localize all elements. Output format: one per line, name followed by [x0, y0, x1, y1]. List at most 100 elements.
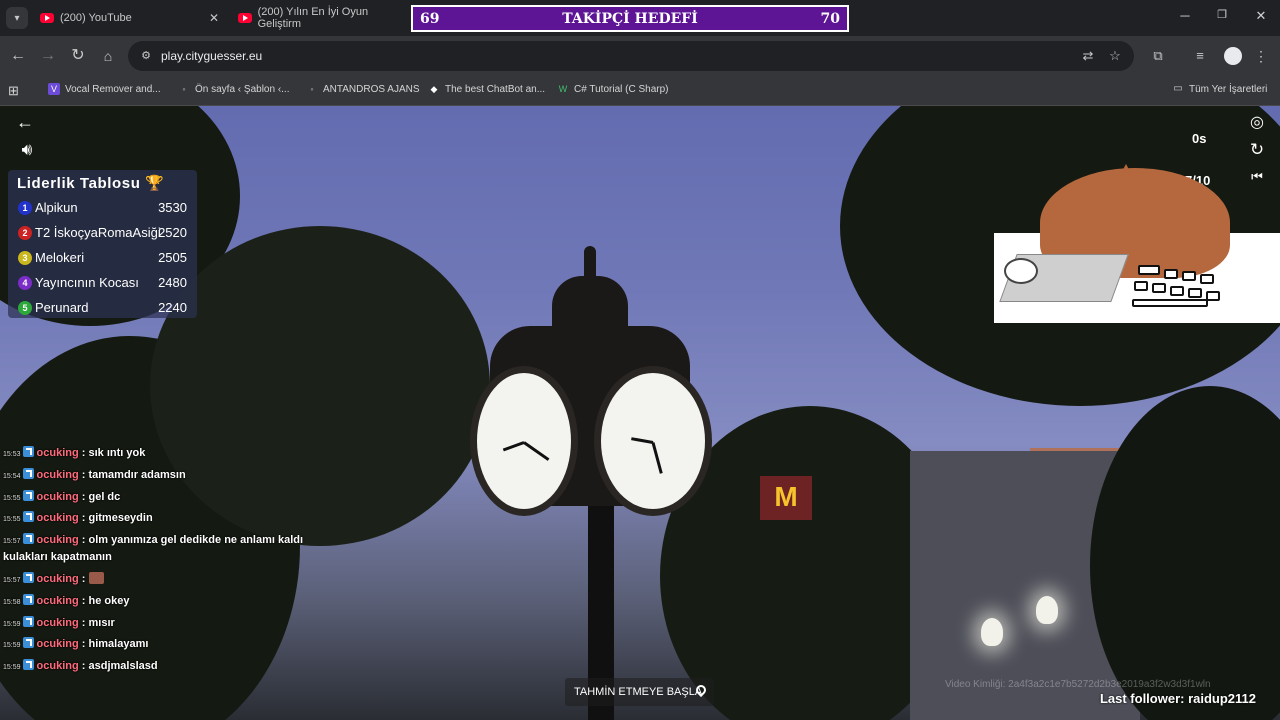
chat-time: 15:55	[3, 516, 21, 523]
back-arrow-icon[interactable]: ←	[14, 112, 36, 133]
youtube-icon	[238, 13, 252, 23]
goal-target: 70	[820, 11, 840, 27]
home-icon[interactable]: ⌂	[97, 45, 119, 67]
close-icon[interactable]: ✕	[206, 10, 222, 26]
bookmark-item[interactable]: ◦ ANTANDROS AJANS	[306, 83, 419, 95]
player-score: 2505	[158, 250, 187, 265]
reload-icon[interactable]: ↻	[67, 45, 89, 67]
reset-view-icon[interactable]: ↻	[1247, 140, 1267, 160]
skip-back-icon[interactable]: ⏮	[1246, 169, 1268, 185]
chat-message-continued: kulakları kapatmanın	[3, 551, 112, 563]
chat-user: ocuking	[36, 573, 79, 585]
url-text: play.cityguesser.eu	[161, 49, 263, 63]
restore-icon[interactable]: ❐	[1212, 8, 1232, 21]
verified-badge-icon	[22, 533, 34, 544]
video-id: Video Kimliği: 2a4f3a2c1e7b5272d2b3e2019…	[945, 679, 1211, 690]
forward-icon[interactable]: →	[37, 45, 59, 67]
clock-hand	[502, 441, 525, 452]
bookmark-label: The best ChatBot an...	[445, 83, 546, 95]
chat-user: ocuking	[36, 512, 79, 524]
bookmark-star-icon[interactable]: ☆	[1107, 48, 1123, 64]
chat-time: 15:57	[3, 577, 21, 584]
all-bookmarks-folder[interactable]: ▭ Tüm Yer İşaretleri	[1172, 83, 1267, 95]
rank-badge: 4	[18, 276, 32, 290]
player-name: T2 İskoçyaRomaAsiği	[35, 225, 161, 240]
minimize-icon[interactable]: ─	[1175, 8, 1195, 23]
chat-user: ocuking	[36, 534, 79, 546]
chat-text: : olm yanımıza gel dedikde ne anlamı kal…	[81, 534, 304, 546]
chat-time: 15:54	[3, 473, 21, 480]
menu-icon[interactable]: ⋮	[1250, 45, 1272, 67]
goal-title: TAKİPÇİ HEDEFİ	[562, 11, 698, 27]
compass-icon[interactable]: ◎	[1247, 112, 1267, 132]
verified-badge-icon	[22, 468, 34, 479]
verified-badge-icon	[22, 594, 34, 605]
chat-text: : himalayamı	[81, 638, 149, 650]
bookmark-label: Vocal Remover and...	[65, 83, 161, 95]
window-close-icon[interactable]: ✕	[1251, 8, 1271, 24]
verified-badge-icon	[22, 616, 34, 627]
chat-message: 15:57 ocuking :	[3, 572, 104, 585]
verified-badge-icon	[22, 490, 34, 501]
rank-badge: 3	[18, 251, 32, 265]
button-label: TAHMİN ETMEYE BAŞLA	[574, 686, 703, 698]
vocal-remover-icon: V	[48, 83, 60, 95]
bookmark-item[interactable]: ◆ The best ChatBot an...	[428, 83, 546, 95]
bookmark-label: Tüm Yer İşaretleri	[1189, 83, 1268, 95]
chat-message: 15:53 ocuking : sık ıntı yok	[3, 446, 145, 459]
leaderboard: Liderlik Tablosu 🏆 1 Alpikun 3530 2 T2 İ…	[8, 170, 197, 318]
chat-message: 15:59 ocuking : himalayamı	[3, 637, 148, 650]
verified-badge-icon	[22, 446, 34, 457]
bookmark-item[interactable]: V Vocal Remover and...	[48, 83, 161, 95]
leaderboard-row: 2 T2 İskoçyaRomaAsiği 2520	[16, 223, 187, 243]
start-guessing-button[interactable]: TAHMİN ETMEYE BAŞLA	[565, 678, 714, 706]
extensions-icon[interactable]: ⧉	[1147, 45, 1169, 67]
verified-badge-icon	[22, 572, 34, 583]
chat-message: 15:58 ocuking : he okey	[3, 594, 129, 607]
youtube-icon	[40, 13, 54, 23]
generic-page-icon: ◦	[182, 84, 186, 94]
address-bar[interactable]: ⚙ play.cityguesser.eu ⇄ ☆	[128, 41, 1134, 71]
profile-avatar[interactable]	[1224, 47, 1242, 65]
follower-goal-overlay: 69 TAKİPÇİ HEDEFİ 70	[411, 5, 849, 32]
player-score: 2520	[158, 225, 187, 240]
bookmarks-bar: ⊞ V Vocal Remover and... ◦ Ön sayfa ‹ Şa…	[0, 76, 1280, 106]
chat-user: ocuking	[36, 595, 79, 607]
apps-grid-icon[interactable]: ⊞	[8, 83, 19, 99]
chat-time: 15:58	[3, 599, 21, 606]
player-name: Perunard	[35, 300, 89, 315]
streetview-viewport[interactable]: M ← 🔊︎ Liderlik Tablosu 🏆 1 Alpikun 3530…	[0, 106, 1280, 720]
chat-text: : asdjmalslasd	[81, 660, 158, 672]
cat-ear	[1190, 194, 1222, 224]
tab-youtube-video[interactable]: (200) Yılın En İyi Oyun Geliştirm	[238, 4, 410, 32]
translate-icon[interactable]: ⇄	[1080, 48, 1096, 64]
tab-youtube[interactable]: (200) YouTube ✕	[40, 4, 222, 32]
street-lamp	[1036, 596, 1058, 624]
site-info-icon[interactable]: ⚙	[138, 48, 154, 64]
bookmark-item[interactable]: W C# Tutorial (C Sharp)	[557, 83, 669, 95]
chat-user: ocuking	[36, 660, 79, 672]
chat-text: : mısır	[81, 617, 115, 629]
leaderboard-row: 1 Alpikun 3530	[16, 198, 187, 218]
leaderboard-row: 5 Perunard 2240	[16, 298, 187, 318]
tab-label: (200) YouTube	[60, 12, 132, 24]
tab-search-button[interactable]: ▾	[6, 7, 28, 29]
chat-time: 15:53	[3, 451, 21, 458]
bookmark-label: Ön sayfa ‹ Şablon ‹...	[195, 83, 290, 95]
chat-time: 15:55	[3, 495, 21, 502]
chat-message: 15:59 ocuking : asdjmalslasd	[3, 659, 158, 672]
chat-text: : sık ıntı yok	[81, 447, 146, 459]
w3schools-icon: W	[558, 84, 568, 94]
bookmark-label: C# Tutorial (C Sharp)	[574, 83, 669, 95]
volume-icon[interactable]: 🔊︎	[14, 140, 40, 160]
verified-badge-icon	[22, 511, 34, 522]
bookmark-item[interactable]: ◦ Ön sayfa ‹ Şablon ‹...	[178, 83, 290, 95]
reading-list-icon[interactable]: ≡	[1189, 45, 1211, 67]
back-icon[interactable]: ←	[7, 45, 29, 67]
rank-badge: 1	[18, 201, 32, 215]
chat-user: ocuking	[36, 447, 79, 459]
tab-strip: ▾ (200) YouTube ✕ (200) Yılın En İyi Oyu…	[0, 0, 1280, 36]
chat-message: 15:57 ocuking : olm yanımıza gel dedikde …	[3, 533, 303, 546]
mcdonalds-sign: M	[760, 476, 812, 520]
cat-ear	[1110, 164, 1142, 194]
